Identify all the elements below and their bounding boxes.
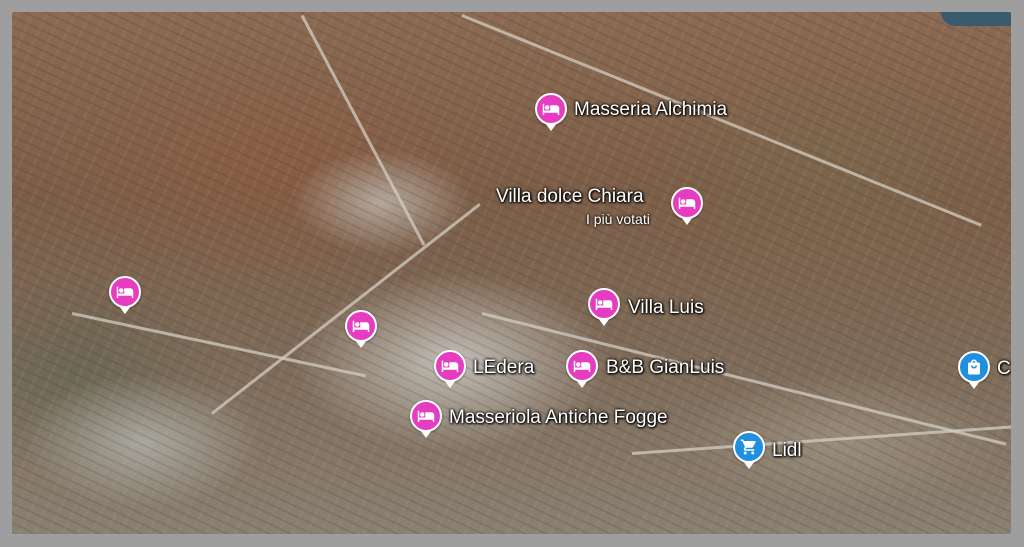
bed-icon <box>352 320 370 332</box>
hotel-pin-masseriola-antiche-fogge[interactable] <box>410 400 442 438</box>
bed-icon <box>441 360 459 372</box>
store-pin[interactable] <box>958 351 990 389</box>
hotel-pin[interactable] <box>345 310 377 348</box>
road-network <box>12 12 1011 534</box>
marker-sublabel: I più votati <box>586 211 650 227</box>
road <box>631 425 1011 455</box>
marker-label[interactable]: C <box>997 358 1011 380</box>
store-pin-lidl[interactable] <box>733 431 765 469</box>
road <box>71 312 366 378</box>
road <box>211 202 481 415</box>
hotel-pin[interactable] <box>109 276 141 314</box>
marker-label[interactable]: Villa Luis <box>628 297 704 319</box>
marker-label[interactable]: Villa dolce Chiara <box>496 186 644 208</box>
bed-icon <box>417 410 435 422</box>
marker-label[interactable]: LEdera <box>473 357 534 379</box>
marker-label[interactable]: Lidl <box>772 440 802 462</box>
hotel-pin-ledera[interactable] <box>434 350 466 388</box>
marker-label[interactable]: B&B GianLuis <box>606 357 724 379</box>
bed-icon <box>595 298 613 310</box>
bed-icon <box>678 197 696 209</box>
shopping-bag-icon <box>968 359 980 375</box>
marker-label[interactable]: Masseria Alchimia <box>574 99 727 121</box>
shopping-cart-icon <box>740 439 756 455</box>
road <box>300 14 426 246</box>
hotel-pin-bb-gianluis[interactable] <box>566 350 598 388</box>
hotel-pin-villa-dolce-chiara[interactable] <box>671 187 703 225</box>
bed-icon <box>542 103 560 115</box>
satellite-map[interactable] <box>12 12 1011 534</box>
bed-icon <box>573 360 591 372</box>
marker-label[interactable]: Masseriola Antiche Fogge <box>449 407 668 429</box>
hotel-pin-masseria-alchimia[interactable] <box>535 93 567 131</box>
bed-icon <box>116 286 134 298</box>
hotel-pin-villa-luis[interactable] <box>588 288 620 326</box>
